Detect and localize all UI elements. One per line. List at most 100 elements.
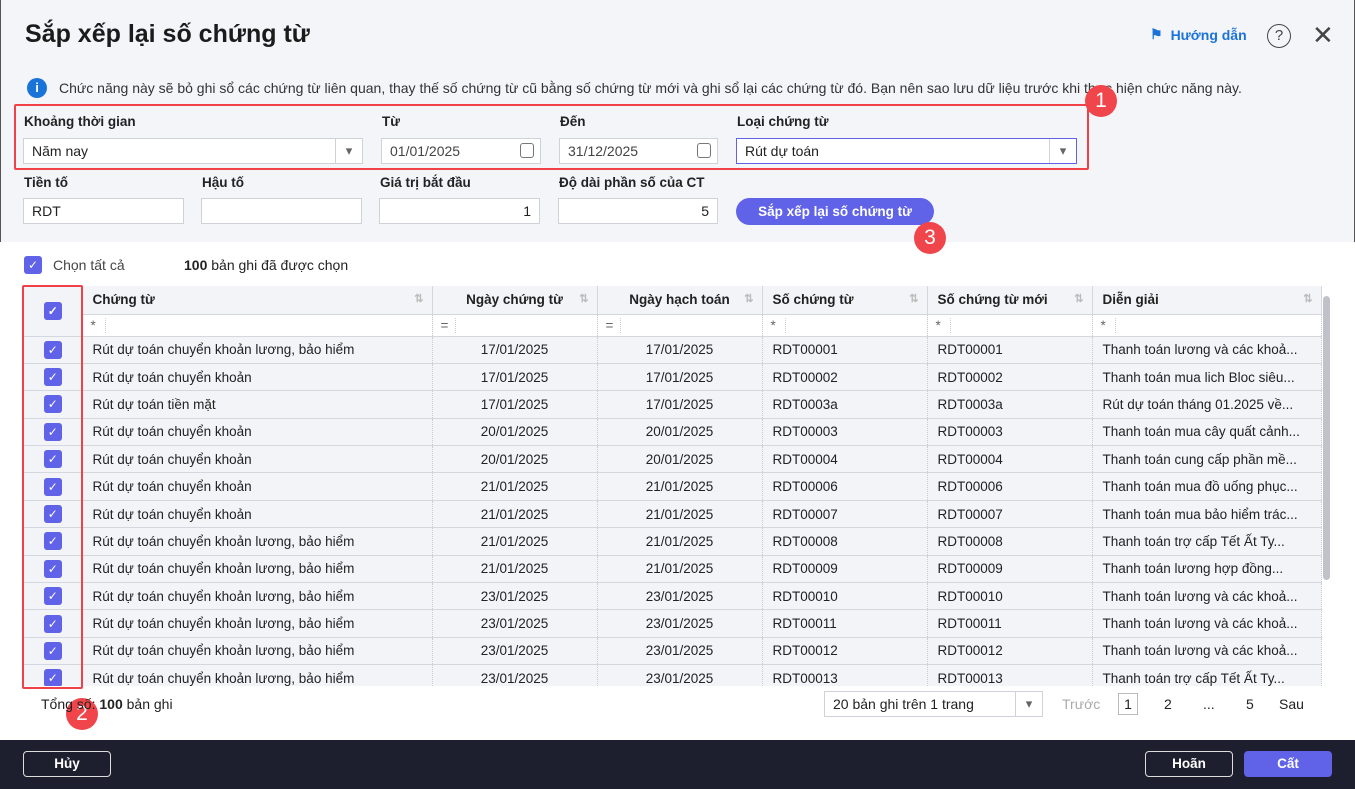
filter-operator[interactable]: = <box>606 317 621 333</box>
from-value: 01/01/2025 <box>390 143 461 159</box>
table-row[interactable]: ✓ Rút dự toán chuyển khoản lương, bảo hiể… <box>24 609 1322 638</box>
undo-button[interactable]: Hoãn <box>1145 751 1233 777</box>
next-page-button[interactable]: Sau <box>1279 696 1304 712</box>
cancel-button[interactable]: Hủy <box>23 751 111 777</box>
col-header[interactable]: Ngày chứng từ ⇅ <box>432 286 598 315</box>
table-row[interactable]: ✓ Rút dự toán chuyển khoản 20/01/2025 20/01… <box>24 418 1322 447</box>
period-select[interactable]: Năm nay <box>23 138 363 164</box>
highlight-box-2 <box>22 285 83 689</box>
step-badge-3: 3 <box>914 222 946 254</box>
calendar-icon[interactable] <box>697 143 711 158</box>
sort-voucher-button[interactable]: Sắp xếp lại số chứng từ <box>736 198 934 225</box>
to-label: Đến <box>560 114 586 129</box>
to-date-input[interactable]: 31/12/2025 <box>559 138 718 164</box>
page-ellipsis: ... <box>1203 696 1215 712</box>
sort-icon[interactable]: ⇅ <box>744 292 753 305</box>
table-cell: 21/01/2025 <box>432 472 598 501</box>
table-cell: RDT00012 <box>927 637 1093 666</box>
table-row[interactable]: ✓ Rút dự toán chuyển khoản 17/01/2025 17/01… <box>24 363 1322 392</box>
table-cell: RDT00007 <box>762 500 928 529</box>
filter-operator[interactable]: * <box>1101 317 1116 333</box>
table-cell: RDT00004 <box>927 445 1093 474</box>
col-header[interactable]: Diễn giải ⇅ <box>1092 286 1322 315</box>
table-cell: 17/01/2025 <box>597 363 763 392</box>
table-row[interactable]: ✓ Rút dự toán chuyển khoản lương, bảo hiể… <box>24 664 1322 686</box>
col-header[interactable]: Số chứng từ ⇅ <box>762 286 928 315</box>
table-cell: 17/01/2025 <box>432 390 598 419</box>
prefix-input[interactable]: RDT <box>23 198 184 224</box>
total-count: 100 <box>99 696 123 712</box>
table-cell: Thanh toán trợ cấp Tết Ất Ty... <box>1092 527 1322 556</box>
select-all-checkbox[interactable]: ✓ <box>24 256 42 274</box>
column-filter-cell[interactable]: = <box>432 314 598 337</box>
table-cell: 21/01/2025 <box>597 555 763 584</box>
table-scrollbar[interactable] <box>1323 296 1330 580</box>
step-badge-1: 1 <box>1085 85 1117 117</box>
column-filter-cell[interactable]: * <box>82 314 433 337</box>
table-cell: 23/01/2025 <box>432 664 598 686</box>
table-cell: RDT00013 <box>762 664 928 686</box>
table-cell: RDT00004 <box>762 445 928 474</box>
info-icon: i <box>27 78 47 98</box>
from-date-input[interactable]: 01/01/2025 <box>381 138 541 164</box>
table-cell: 23/01/2025 <box>432 637 598 666</box>
page-1[interactable]: 1 <box>1118 693 1138 715</box>
total-prefix: Tổng số: <box>41 696 96 712</box>
table-cell: 23/01/2025 <box>597 637 763 666</box>
filter-operator[interactable]: * <box>91 317 106 333</box>
sort-icon[interactable]: ⇅ <box>414 292 423 305</box>
sort-icon[interactable]: ⇅ <box>1303 292 1312 305</box>
table-row[interactable]: ✓ Rút dự toán chuyển khoản lương, bảo hiể… <box>24 527 1322 556</box>
table-row[interactable]: ✓ Rút dự toán tiền mặt 17/01/2025 17/01/202… <box>24 390 1322 419</box>
table-row[interactable]: ✓ Rút dự toán chuyển khoản 21/01/2025 21/01… <box>24 472 1322 501</box>
column-filter-cell[interactable]: = <box>597 314 763 337</box>
help-icon[interactable]: ? <box>1267 24 1291 48</box>
table-row[interactable]: ✓ Rút dự toán chuyển khoản lương, bảo hiể… <box>24 555 1322 584</box>
table-cell: RDT00007 <box>927 500 1093 529</box>
col-header[interactable]: Số chứng từ mới ⇅ <box>927 286 1093 315</box>
table-cell: Thanh toán cung cấp phần mề... <box>1092 445 1322 474</box>
suffix-input[interactable] <box>201 198 362 224</box>
sort-icon[interactable]: ⇅ <box>1074 292 1083 305</box>
column-filter-cell[interactable]: * <box>762 314 928 337</box>
column-filter-cell[interactable]: * <box>927 314 1093 337</box>
length-label: Độ dài phần số của CT <box>559 175 705 190</box>
prefix-label: Tiền tố <box>24 175 69 190</box>
table-cell: RDT00002 <box>927 363 1093 392</box>
close-icon[interactable]: ✕ <box>1312 20 1334 51</box>
col-header[interactable]: Ngày hạch toán ⇅ <box>597 286 763 315</box>
table-cell: RDT00008 <box>762 527 928 556</box>
table-row[interactable]: ✓ Rút dự toán chuyển khoản lương, bảo hiể… <box>24 582 1322 611</box>
filter-operator[interactable]: = <box>441 317 456 333</box>
page-5[interactable]: 5 <box>1246 696 1254 712</box>
table-cell: Thanh toán mua lich Bloc siêu... <box>1092 363 1322 392</box>
filter-operator[interactable]: * <box>936 317 951 333</box>
page-2[interactable]: 2 <box>1164 696 1172 712</box>
table-cell: RDT00003 <box>762 418 928 447</box>
sort-icon[interactable]: ⇅ <box>909 292 918 305</box>
prev-page-button[interactable]: Trước <box>1062 696 1100 712</box>
col-header[interactable]: Chứng từ ⇅ <box>82 286 433 315</box>
table-cell: 17/01/2025 <box>432 336 598 364</box>
voucher-type-select[interactable]: Rút dự toán <box>736 138 1077 164</box>
table-row[interactable]: ✓ Rút dự toán chuyển khoản 21/01/2025 21/01… <box>24 500 1322 529</box>
column-filter-cell[interactable]: * <box>1092 314 1322 337</box>
table-cell: 23/01/2025 <box>597 609 763 638</box>
filter-operator[interactable]: * <box>771 317 786 333</box>
table-cell: Thanh toán lương và các khoả... <box>1092 582 1322 611</box>
from-label: Từ <box>382 114 401 129</box>
table-cell: RDT0003a <box>927 390 1093 419</box>
guide-link[interactable]: ⚑ Hướng dẫn <box>1150 26 1247 43</box>
length-input[interactable]: 5 <box>558 198 718 224</box>
sort-icon[interactable]: ⇅ <box>579 292 588 305</box>
calendar-icon[interactable] <box>520 143 534 158</box>
save-button[interactable]: Cất <box>1244 751 1332 777</box>
table-cell: Rút dự toán chuyển khoản <box>82 472 433 501</box>
table-cell: RDT00001 <box>762 336 928 364</box>
table-cell: Rút dự toán tháng 01.2025 về... <box>1092 390 1322 419</box>
table-row[interactable]: ✓ Rút dự toán chuyển khoản lương, bảo hiể… <box>24 336 1322 364</box>
start-value-input[interactable]: 1 <box>379 198 540 224</box>
table-row[interactable]: ✓ Rút dự toán chuyển khoản lương, bảo hiể… <box>24 637 1322 666</box>
page-size-select[interactable]: 20 bản ghi trên 1 trang <box>824 691 1043 717</box>
table-row[interactable]: ✓ Rút dự toán chuyển khoản 20/01/2025 20/01… <box>24 445 1322 474</box>
